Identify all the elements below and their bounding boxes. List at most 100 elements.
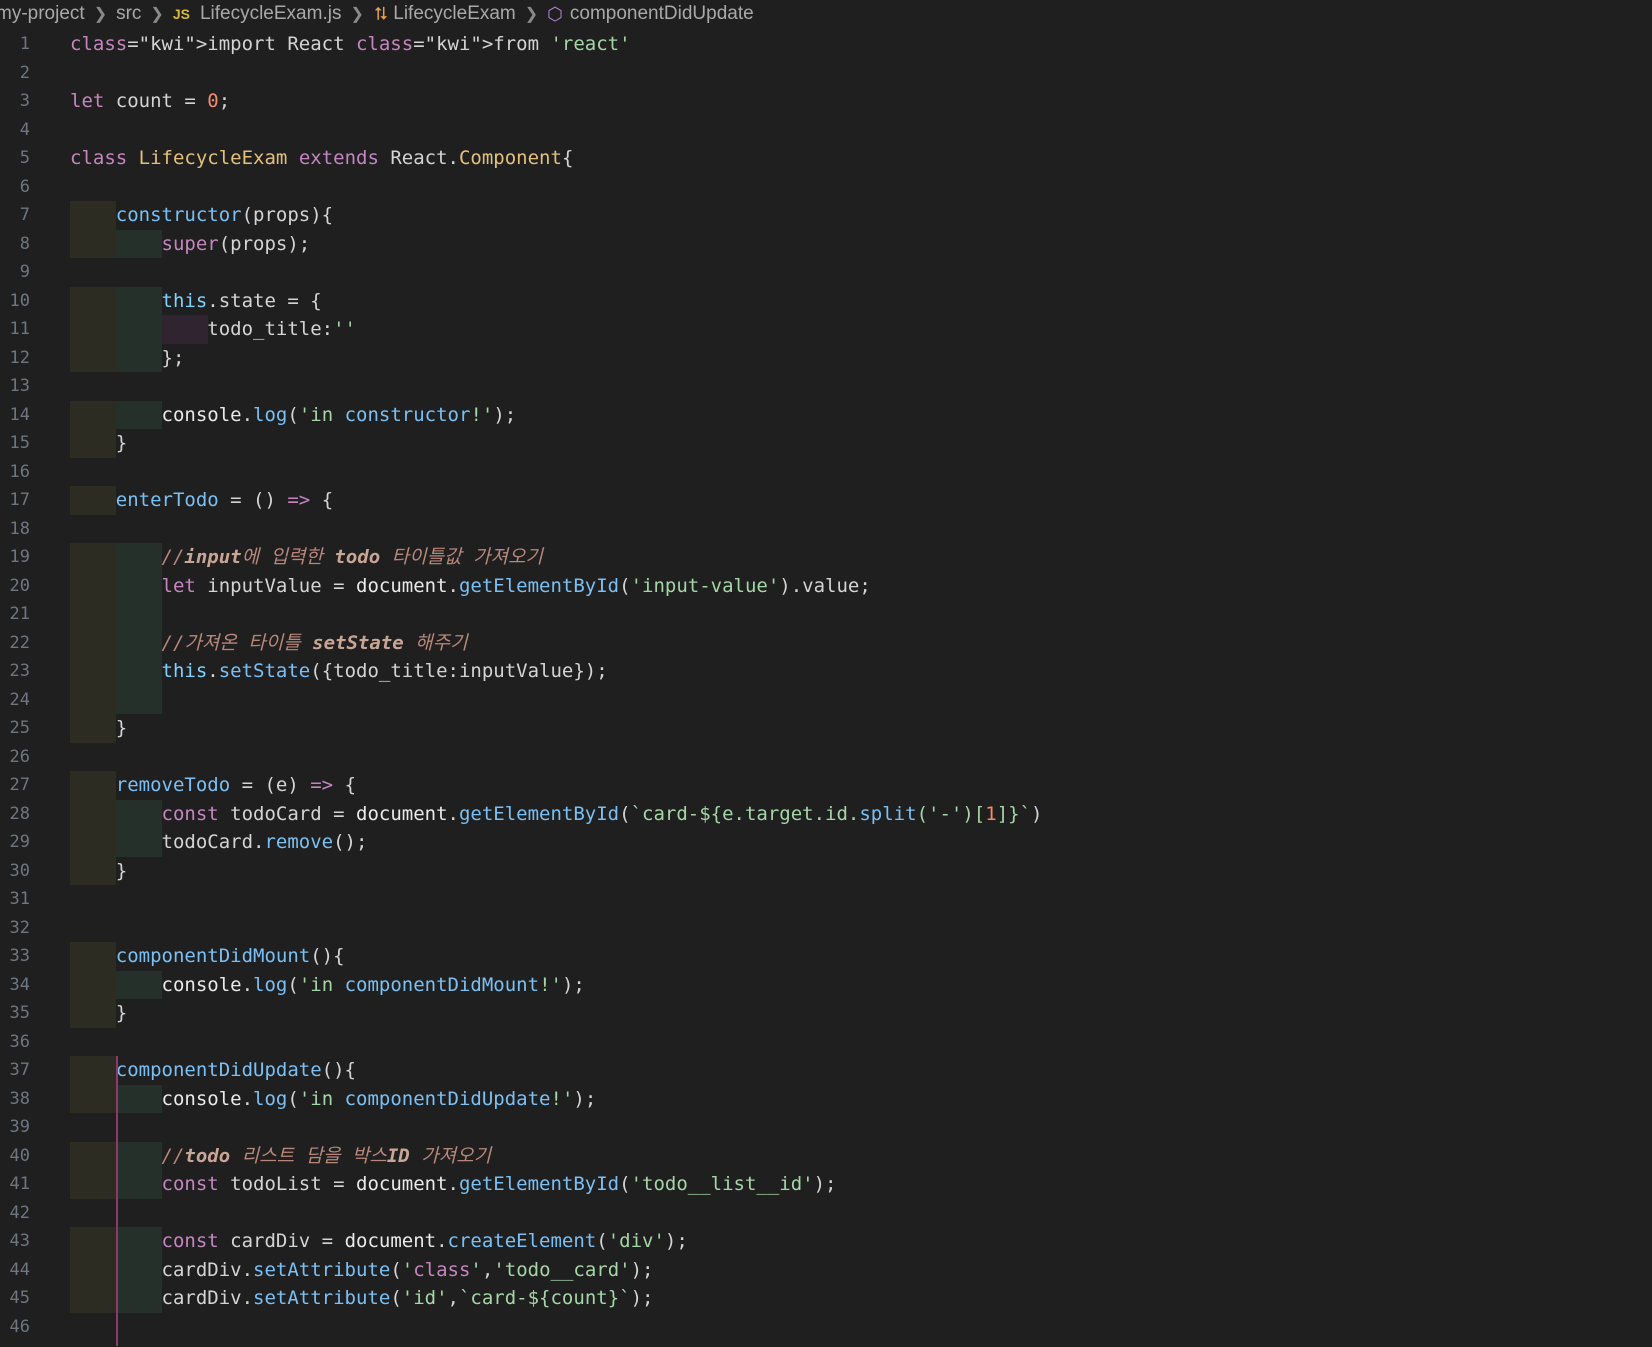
line-number: 25 <box>9 718 30 738</box>
code-line[interactable]: 35 } <box>0 999 1652 1028</box>
line-number: 42 <box>9 1202 30 1223</box>
code-line[interactable]: 36 <box>0 1028 1652 1057</box>
code-line[interactable]: 26 <box>0 743 1652 772</box>
code-text: cardDiv.setAttribute('class','todo__card… <box>70 1258 654 1281</box>
line-number: 9 <box>19 262 30 282</box>
line-number: 16 <box>9 461 30 482</box>
code-line[interactable]: 37 componentDidUpdate(){ <box>0 1056 1652 1085</box>
indent-highlight <box>70 685 116 714</box>
code-line[interactable]: 7 constructor(props){ <box>0 201 1652 230</box>
code-line[interactable]: 6 <box>0 173 1652 202</box>
code-line[interactable]: 8 super(props); <box>0 229 1652 258</box>
code-line[interactable]: 11 todo_title:'' <box>0 315 1652 344</box>
code-line[interactable]: 9 <box>0 258 1652 287</box>
code-line[interactable]: 24 <box>0 685 1652 714</box>
code-text: //todo 리스트 담을 박스ID 가져오기 <box>161 1144 492 1167</box>
javascript-file-icon: JS <box>172 6 190 22</box>
code-line[interactable]: 21 <box>0 600 1652 629</box>
code-text: constructor(props){ <box>115 204 334 226</box>
line-number: 35 <box>9 1003 30 1023</box>
code-text: class="kwi">import React class="kwi">fro… <box>70 33 631 55</box>
code-line[interactable]: 42 <box>0 1199 1652 1228</box>
class-symbol-icon: ⮁ <box>372 3 388 24</box>
code-line[interactable]: 10 this.state = { <box>0 286 1652 315</box>
code-line[interactable]: 3 let count = 0; <box>0 87 1652 116</box>
code-line[interactable]: 28 const todoCard = document.getElementB… <box>0 799 1652 828</box>
code-text: const todoList = document.getElementById… <box>161 1173 837 1195</box>
line-number: 20 <box>9 575 30 596</box>
line-number: 17 <box>9 490 30 510</box>
code-line[interactable]: 14 console.log('in constructor!'); <box>0 400 1652 429</box>
code-line[interactable]: 40 //todo 리스트 담을 박스ID 가져오기 <box>0 1141 1652 1170</box>
line-number: 27 <box>9 775 30 795</box>
line-number: 28 <box>9 803 30 824</box>
code-text: enterTodo = () => { <box>115 489 334 511</box>
line-number: 32 <box>9 917 30 938</box>
code-line[interactable]: 16 <box>0 458 1652 487</box>
code-line[interactable]: 18 <box>0 515 1652 544</box>
breadcrumb-file[interactable]: JS LifecycleExam.js <box>173 3 342 25</box>
line-number: 30 <box>9 860 30 881</box>
code-text: this.setState({todo_title:inputValue}); <box>161 660 608 682</box>
code-editor[interactable]: 1 class="kwi">import React class="kwi">fr… <box>0 30 1652 1347</box>
code-line[interactable]: 19 //input에 입력한 todo 타이틀값 가져오기 <box>0 543 1652 572</box>
line-number: 21 <box>9 604 30 624</box>
breadcrumb-project[interactable]: my-project <box>0 3 85 25</box>
line-number: 8 <box>19 233 30 254</box>
line-number: 29 <box>9 832 30 852</box>
breadcrumb-folder[interactable]: src <box>116 3 141 25</box>
code-line[interactable]: 12 }; <box>0 343 1652 372</box>
code-line[interactable]: 38 console.log('in componentDidUpdate!')… <box>0 1084 1652 1113</box>
line-number: 14 <box>9 404 30 425</box>
code-line[interactable]: 39 <box>0 1113 1652 1142</box>
code-line[interactable]: 17 enterTodo = () => { <box>0 486 1652 515</box>
code-line[interactable]: 4 <box>0 116 1652 145</box>
code-line[interactable]: 31 <box>0 885 1652 914</box>
line-number: 3 <box>19 91 30 111</box>
line-number: 43 <box>9 1231 30 1251</box>
line-number: 19 <box>9 547 30 567</box>
code-text: console.log('in componentDidUpdate!'); <box>161 1087 597 1110</box>
line-number: 45 <box>9 1288 30 1308</box>
line-number: 24 <box>9 689 30 710</box>
code-line[interactable]: 29 todoCard.remove(); <box>0 828 1652 857</box>
code-line[interactable]: 43 const cardDiv = document.createElemen… <box>0 1227 1652 1256</box>
code-line[interactable]: 5 class LifecycleExam extends React.Compo… <box>0 144 1652 173</box>
code-line[interactable]: 25 } <box>0 714 1652 743</box>
breadcrumb-class[interactable]: ⮁ LifecycleExam <box>373 3 516 25</box>
breadcrumb-method[interactable]: ⬡ componentDidUpdate <box>547 3 754 25</box>
code-text: cardDiv.setAttribute('id',`card-${count}… <box>70 1287 654 1309</box>
code-line[interactable]: 20 let inputValue = document.getElementB… <box>0 571 1652 600</box>
code-line[interactable]: 2 <box>0 59 1652 88</box>
indent-highlight <box>70 600 116 629</box>
code-line[interactable]: 27 removeTodo = (e) => { <box>0 771 1652 800</box>
line-number: 26 <box>9 746 30 767</box>
code-line[interactable]: 46 <box>0 1313 1652 1342</box>
code-text: //가져온 타이틀 setState 해주기 <box>161 631 468 654</box>
line-number: 31 <box>9 889 30 909</box>
code-line[interactable]: 32 <box>0 914 1652 943</box>
code-line[interactable]: 15 } <box>0 429 1652 458</box>
code-line[interactable]: 41 const todoList = document.getElementB… <box>0 1170 1652 1199</box>
indent-highlight <box>116 600 162 629</box>
code-line[interactable]: 34 console.log('in componentDidMount!'); <box>0 970 1652 999</box>
code-line[interactable]: 1 class="kwi">import React class="kwi">fr… <box>0 30 1652 59</box>
code-text: class LifecycleExam extends React.Compon… <box>70 147 574 169</box>
line-number: 36 <box>9 1031 30 1052</box>
line-number: 11 <box>9 319 30 339</box>
line-number: 44 <box>9 1259 30 1280</box>
code-text: super(props); <box>161 232 311 255</box>
code-text: const cardDiv = document.createElement('… <box>161 1230 688 1252</box>
line-number: 12 <box>9 347 30 368</box>
code-line[interactable]: 30 } <box>0 856 1652 885</box>
code-text: removeTodo = (e) => { <box>115 774 357 796</box>
code-line[interactable]: 33 componentDidMount(){ <box>0 942 1652 971</box>
code-line[interactable]: 22 //가져온 타이틀 setState 해주기 <box>0 628 1652 657</box>
code-line[interactable]: 23 this.setState({todo_title:inputValue}… <box>0 657 1652 686</box>
line-number: 7 <box>19 205 30 225</box>
line-number: 22 <box>9 632 30 653</box>
code-line[interactable]: 44 cardDiv.setAttribute('class','todo__c… <box>0 1255 1652 1284</box>
code-line[interactable]: 45 cardDiv.setAttribute('id',`card-${cou… <box>0 1284 1652 1313</box>
code-line[interactable]: 13 <box>0 372 1652 401</box>
code-text: } <box>70 717 128 739</box>
